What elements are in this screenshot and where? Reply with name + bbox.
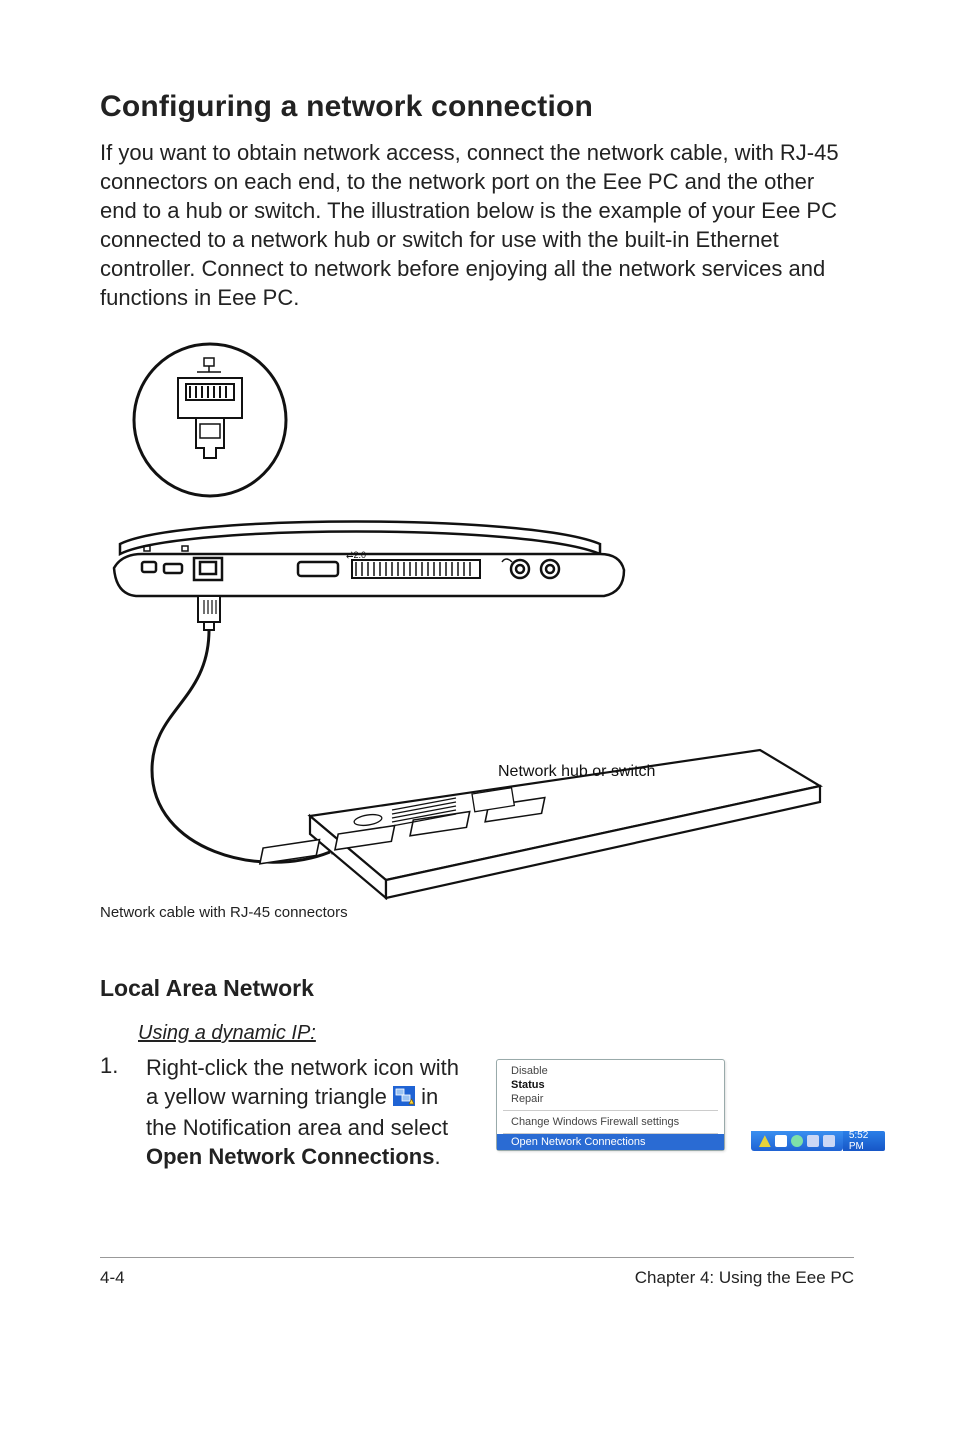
taskbar-notification-area: 5:52 PM bbox=[751, 1131, 886, 1151]
menu-item-status[interactable]: Status bbox=[497, 1078, 724, 1092]
menu-item-repair[interactable]: Repair bbox=[497, 1092, 724, 1106]
footer-chapter-label: Chapter 4: Using the Eee PC bbox=[635, 1268, 854, 1288]
connection-diagram: ⇄2.0 bbox=[100, 340, 854, 900]
tray-lang-icon[interactable] bbox=[775, 1135, 787, 1147]
lan-subheading: Local Area Network bbox=[100, 975, 854, 1002]
network-warning-tray-icon bbox=[393, 1084, 415, 1113]
step-text-bold: Open Network Connections bbox=[146, 1144, 434, 1169]
menu-item-disable[interactable]: Disable bbox=[497, 1064, 724, 1078]
tray-display-icon[interactable] bbox=[807, 1135, 819, 1147]
network-context-menu: Disable Status Repair Change Windows Fir… bbox=[496, 1059, 725, 1151]
tray-warning-icon[interactable] bbox=[759, 1135, 771, 1147]
footer-page-number: 4-4 bbox=[100, 1268, 125, 1288]
step-text-period: . bbox=[434, 1144, 440, 1169]
svg-text:⇄2.0: ⇄2.0 bbox=[346, 550, 366, 560]
step-number: 1. bbox=[100, 1053, 146, 1079]
taskbar-clock[interactable]: 5:52 PM bbox=[843, 1131, 886, 1151]
tray-network-icon[interactable] bbox=[823, 1135, 835, 1147]
laptop-side-icon: ⇄2.0 bbox=[114, 522, 624, 597]
menu-item-open-network-connections[interactable]: Open Network Connections bbox=[497, 1134, 724, 1150]
hub-label: Network hub or switch bbox=[498, 763, 655, 780]
tray-volume-icon[interactable] bbox=[791, 1135, 803, 1147]
rj45-detail-icon bbox=[134, 344, 286, 496]
section-heading: Configuring a network connection bbox=[100, 90, 854, 124]
menu-item-firewall[interactable]: Change Windows Firewall settings bbox=[497, 1115, 724, 1129]
network-cable-icon bbox=[152, 630, 330, 862]
diagram-caption: Network cable with RJ-45 connectors bbox=[100, 904, 854, 921]
step-text: Right-click the network icon with a yell… bbox=[146, 1053, 466, 1171]
dynamic-ip-subheading: Using a dynamic IP: bbox=[138, 1022, 854, 1045]
intro-paragraph: If you want to obtain network access, co… bbox=[100, 138, 854, 312]
rj45-plug-into-laptop-icon bbox=[198, 596, 220, 630]
